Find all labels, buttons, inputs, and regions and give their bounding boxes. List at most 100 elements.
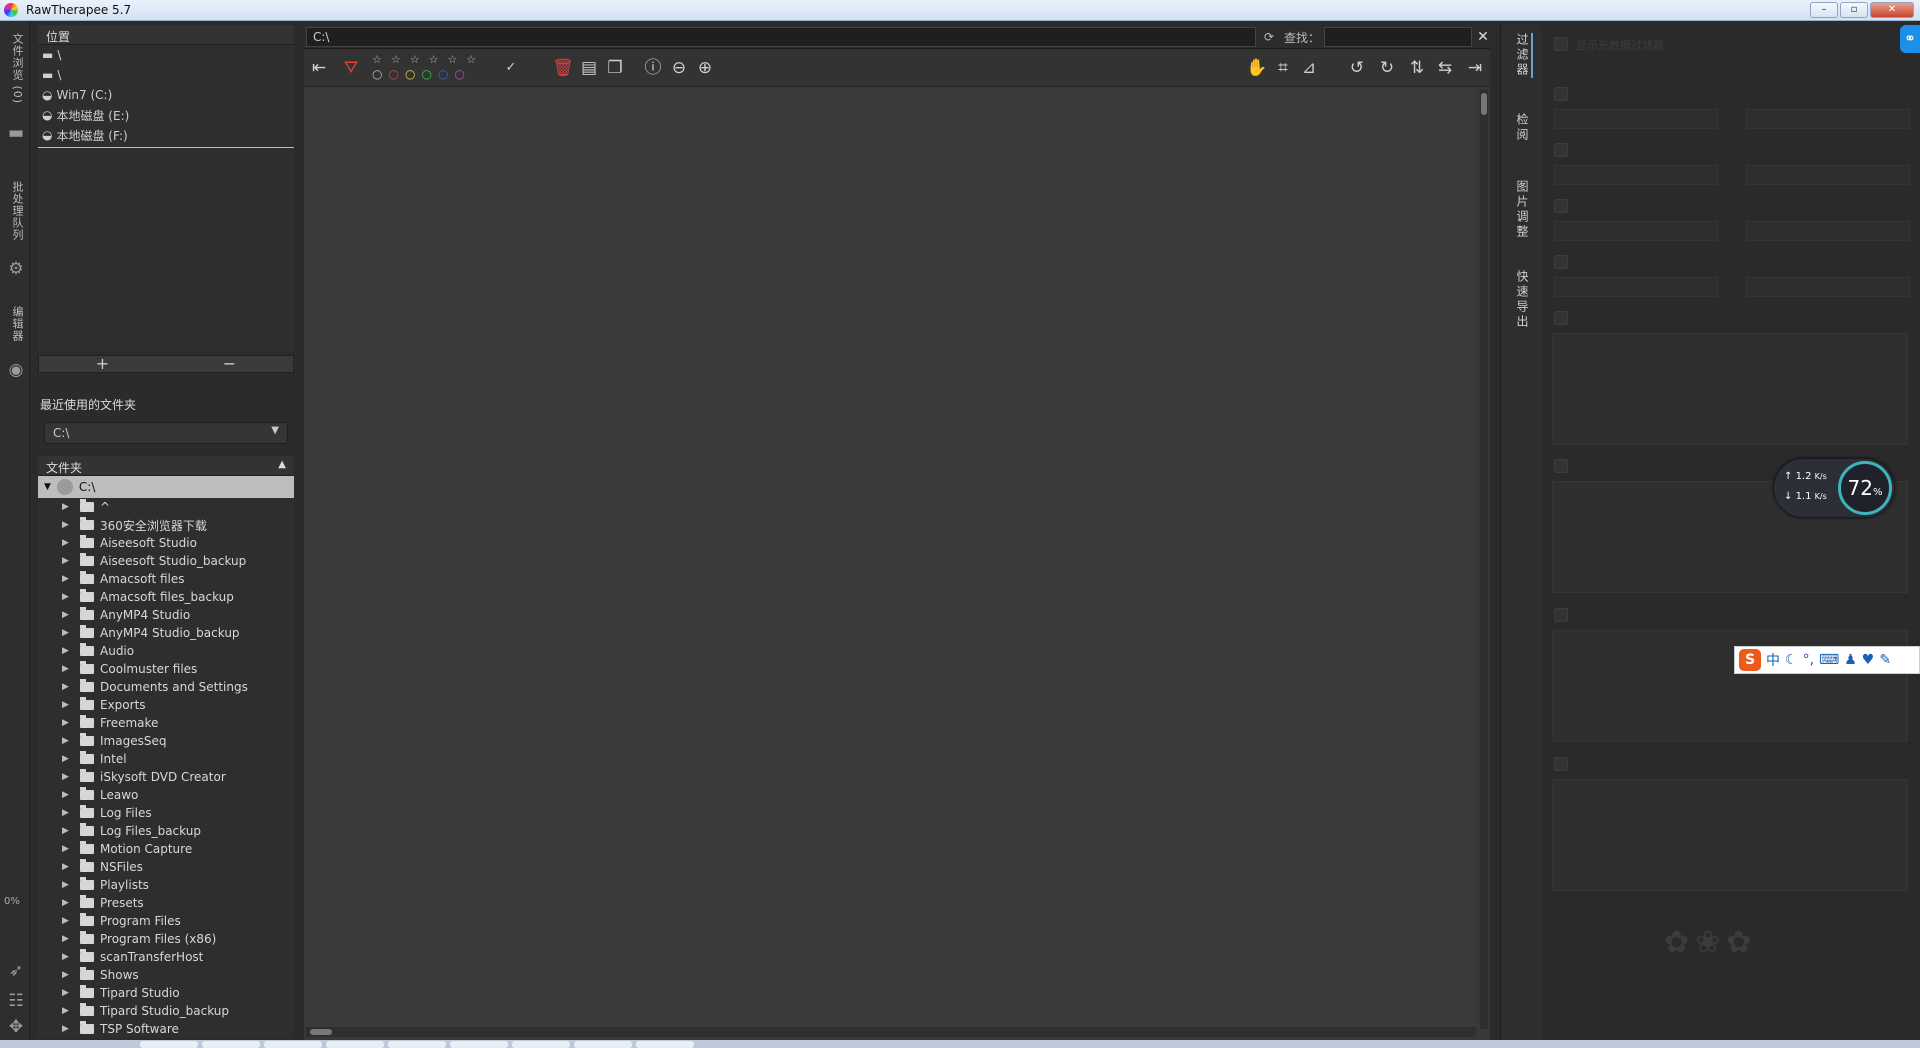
folder-row[interactable]: ▶ Coolmuster files <box>38 660 294 678</box>
filter-field[interactable] <box>1746 277 1910 297</box>
scroll-thumb[interactable] <box>310 1029 332 1035</box>
tab-quick-export[interactable]: 快速导出 <box>1514 270 1531 330</box>
user-icon[interactable]: ♟ <box>1844 652 1857 668</box>
rank-stars-icon[interactable]: ☆☆☆☆☆☆ <box>372 53 485 66</box>
punctuation-icon[interactable]: °, <box>1803 652 1814 668</box>
folder-row[interactable]: ▶ Program Files <box>38 912 294 930</box>
filter-checkbox[interactable] <box>1554 757 1568 771</box>
expand-icon[interactable]: ▶ <box>62 574 72 584</box>
filter-field[interactable] <box>1554 109 1718 129</box>
folder-row[interactable]: ▶ Audio <box>38 642 294 660</box>
folder-row[interactable]: ▶ Intel <box>38 750 294 768</box>
queue-icon[interactable]: ▤ <box>576 55 602 81</box>
expand-icon[interactable]: ▶ <box>62 556 72 566</box>
folder-row[interactable]: ▶ Tipard Studio <box>38 984 294 1002</box>
close-window-button[interactable]: ✕ <box>1870 2 1914 18</box>
expand-icon[interactable]: ▶ <box>62 916 72 926</box>
info-icon[interactable]: ⓘ <box>640 55 666 81</box>
filter-list[interactable] <box>1552 333 1908 445</box>
folder-row[interactable]: ▶ Shows <box>38 966 294 984</box>
folder-row[interactable]: ▶ AnyMP4 Studio_backup <box>38 624 294 642</box>
expand-icon[interactable]: ▶ <box>62 844 72 854</box>
expand-icon[interactable]: ▶ <box>62 862 72 872</box>
scroll-thumb[interactable] <box>1481 93 1487 115</box>
ime-language-toggle[interactable]: 中 <box>1766 650 1780 670</box>
tab-inspect[interactable]: 检阅 <box>1514 113 1531 143</box>
vertical-scrollbar[interactable] <box>1480 89 1488 1029</box>
keyboard-icon[interactable]: ⌨ <box>1819 652 1839 668</box>
expand-icon[interactable]: ▶ <box>62 1024 72 1034</box>
color-labels-icon[interactable]: ○○○○○○ <box>372 67 471 81</box>
expand-icon[interactable]: ▶ <box>62 790 72 800</box>
expand-icon[interactable]: ▶ <box>62 664 72 674</box>
expand-icon[interactable]: ▶ <box>62 970 72 980</box>
filter-icon[interactable]: ⛛ <box>338 55 364 81</box>
taskbar-item[interactable] <box>450 1041 508 1048</box>
skin-icon[interactable]: ♥ <box>1862 652 1875 668</box>
expand-icon[interactable]: ▶ <box>62 1006 72 1016</box>
flip-horizontal-icon[interactable]: ⇆ <box>1432 55 1458 81</box>
clear-search-icon[interactable]: ✕ <box>1476 27 1490 47</box>
expand-icon[interactable]: ▶ <box>62 592 72 602</box>
filter-field[interactable] <box>1554 165 1718 185</box>
rotate-right-icon[interactable]: ↻ <box>1374 55 1400 81</box>
folder-row[interactable]: ▶ NSFiles <box>38 858 294 876</box>
edited-filter-icon[interactable]: ✓ <box>498 55 524 81</box>
folder-row[interactable]: ▶ Amacsoft files_backup <box>38 588 294 606</box>
taskbar-item[interactable] <box>202 1041 260 1048</box>
folder-row[interactable]: ▶ AnyMP4 Studio <box>38 606 294 624</box>
folder-row[interactable]: ▶ Amacsoft files <box>38 570 294 588</box>
folder-row[interactable]: ▶ Leawo <box>38 786 294 804</box>
tools-icon[interactable]: ✎ <box>1879 652 1891 668</box>
folder-row[interactable]: ▶ Log Files <box>38 804 294 822</box>
tab-editor[interactable]: 编辑器 <box>9 306 25 342</box>
flip-vertical-icon[interactable]: ⇅ <box>1404 55 1430 81</box>
toggle-left-panel-icon[interactable]: ⇤ <box>306 55 332 81</box>
filter-field[interactable] <box>1554 277 1718 297</box>
folder-row[interactable]: ▶ Program Files (x86) <box>38 930 294 948</box>
expand-icon[interactable]: ▶ <box>62 736 72 746</box>
horizontal-scrollbar[interactable] <box>306 1027 1476 1037</box>
send-to-editor-icon[interactable]: ➶ <box>6 961 26 981</box>
collapse-icon[interactable]: ▲ <box>278 459 286 472</box>
folder-root-row[interactable]: ▼ C:\ <box>38 476 294 498</box>
place-item[interactable]: ◒ 本地磁盘 (E:) <box>38 105 294 125</box>
add-place-button[interactable]: + <box>39 356 166 372</box>
expand-icon[interactable]: ▼ <box>44 482 51 492</box>
taskbar-item[interactable] <box>140 1041 198 1048</box>
place-item[interactable]: ▬ \ <box>38 45 294 65</box>
folder-row[interactable]: ▶ iSkysoft DVD Creator <box>38 768 294 786</box>
rotate-left-icon[interactable]: ↺ <box>1344 55 1370 81</box>
expand-icon[interactable]: ▶ <box>62 646 72 656</box>
expand-icon[interactable]: ▶ <box>62 934 72 944</box>
tab-file-browser[interactable]: 文件浏览 (0) <box>9 33 25 104</box>
expand-icon[interactable]: ▶ <box>62 628 72 638</box>
expand-icon[interactable]: ▶ <box>62 520 72 530</box>
moon-icon[interactable]: ☾ <box>1785 652 1798 668</box>
expand-icon[interactable]: ▶ <box>62 718 72 728</box>
folder-row[interactable]: ▶ Aiseesoft Studio_backup <box>38 552 294 570</box>
filter-checkbox[interactable] <box>1554 87 1568 101</box>
folder-row[interactable]: ▶ Presets <box>38 894 294 912</box>
folder-row[interactable]: ▶ ImagesSeq <box>38 732 294 750</box>
fullscreen-icon[interactable]: ✥ <box>6 1017 26 1037</box>
refresh-icon[interactable]: ⟳ <box>1260 27 1278 47</box>
expand-icon[interactable]: ▶ <box>62 988 72 998</box>
filter-field[interactable] <box>1746 221 1910 241</box>
search-input[interactable] <box>1324 27 1472 47</box>
recent-folders-dropdown[interactable]: C:\ ▼ <box>44 422 288 444</box>
folder-row[interactable]: ▶ Documents and Settings <box>38 678 294 696</box>
preferences-icon[interactable]: ☷ <box>6 991 26 1011</box>
aperture-icon[interactable]: ◉ <box>6 360 26 380</box>
folder-row[interactable]: ▶ Log Files_backup <box>38 822 294 840</box>
expand-icon[interactable]: ▶ <box>62 700 72 710</box>
taskbar-item[interactable] <box>388 1041 446 1048</box>
place-item[interactable]: ◒ Win7 (C:) <box>38 85 294 105</box>
hand-icon[interactable]: ✋ <box>1244 55 1270 81</box>
crop-icon[interactable]: ⌗ <box>1270 55 1296 81</box>
original-icon[interactable]: ❐ <box>602 55 628 81</box>
toggle-right-panel-icon[interactable]: ⇥ <box>1462 55 1488 81</box>
expand-icon[interactable]: ▶ <box>62 880 72 890</box>
expand-icon[interactable]: ▶ <box>62 754 72 764</box>
tab-batch-queue[interactable]: 批处理队列 <box>9 181 25 241</box>
